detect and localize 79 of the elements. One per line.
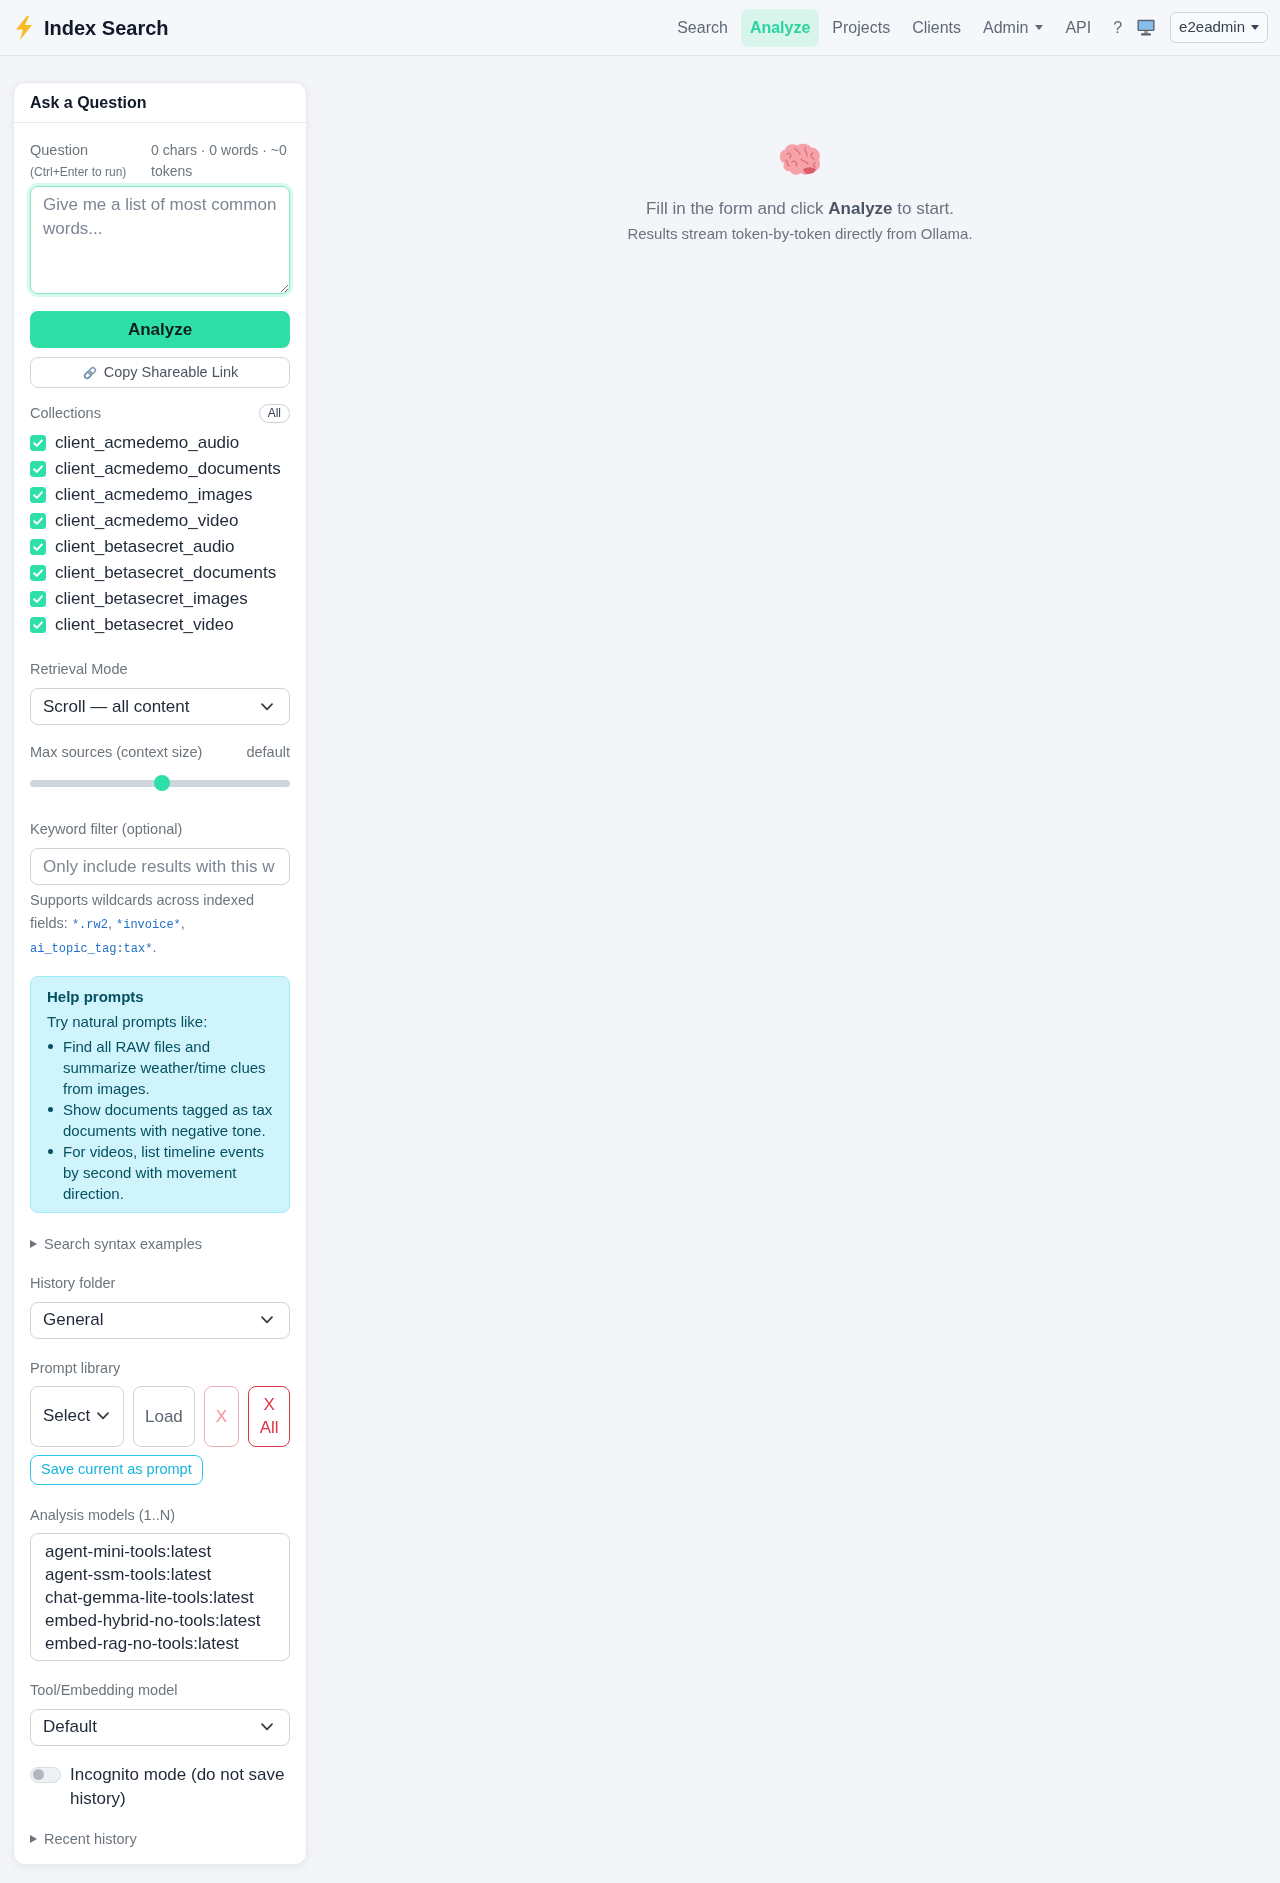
prompt-select[interactable]: Select: [30, 1385, 124, 1447]
field-label: Prompt library: [30, 1358, 122, 1378]
model-option[interactable]: agent-mini-tools:latest: [45, 1539, 275, 1563]
retrieval-mode-select[interactable]: Scroll — all content: [30, 688, 290, 725]
delete-button[interactable]: X All: [248, 1385, 290, 1447]
slider-track[interactable]: [30, 775, 290, 791]
toggle-switch[interactable]: [30, 1766, 61, 1783]
nav-link[interactable]: API: [1056, 8, 1101, 47]
checkbox[interactable]: [30, 461, 46, 477]
load-button[interactable]: Load: [133, 1385, 195, 1447]
history-folder-select[interactable]: General: [30, 1301, 290, 1339]
field-label: Collections: [30, 404, 101, 423]
character-counter: 0 chars · 0 words · ~0 tokens: [151, 141, 288, 181]
field-label: Keyword filter (optional): [30, 820, 184, 839]
copy-link-button[interactable]: Copy Shareable Link: [30, 357, 290, 388]
model-option[interactable]: agent-ssm-tools:latest: [45, 1562, 275, 1586]
brand-name[interactable]: Index Search: [44, 13, 169, 42]
collection-name: client_acmedemo_audio: [55, 432, 240, 454]
analyze-button[interactable]: Analyze: [30, 311, 290, 348]
prompt-example: For videos, list timeline events by second with movement direction.: [63, 1141, 265, 1204]
shortcut-hint: (Ctrl+Enter to run): [30, 164, 127, 181]
slider-thumb[interactable]: [154, 775, 171, 791]
model-option[interactable]: embed-hybrid-no-tools:latest: [45, 1608, 275, 1632]
nav-link[interactable]: Search: [668, 8, 737, 47]
recent-history-toggle[interactable]: Recent history: [30, 1828, 137, 1850]
empty-state-note: Results stream token-by-token directly from Ollama.: [627, 224, 973, 244]
caret-icon: [1035, 25, 1044, 30]
checkbox[interactable]: [30, 487, 46, 503]
select-all-button[interactable]: All: [258, 404, 290, 423]
checkbox[interactable]: [30, 513, 46, 529]
chevron-down-icon: [97, 1412, 109, 1420]
slider-reading: default: [246, 743, 290, 762]
empty-state-message: Fill in the form and click Analyze to start.: [646, 198, 954, 220]
tool-model-select[interactable]: Default: [30, 1708, 290, 1746]
nav-link[interactable]: ?: [1104, 8, 1132, 47]
field-label: Analysis models (1..N): [30, 1505, 177, 1525]
field-label: Max sources (context size): [30, 743, 203, 762]
keyword-input[interactable]: Only include results with this w: [30, 848, 290, 885]
nav-dropdown[interactable]: Admin: [974, 8, 1053, 47]
collection-name: client_betasecret_video: [55, 614, 234, 636]
prompt-example: Show documents tagged as tax documents with negative tone.: [63, 1099, 274, 1141]
nav-link[interactable]: Clients: [903, 8, 971, 47]
checkbox[interactable]: [30, 565, 46, 581]
syntax-examples-toggle[interactable]: Search syntax examples: [30, 1233, 202, 1255]
model-option[interactable]: chat-gemma-lite-tools:latest: [45, 1585, 275, 1609]
help-intro: Try natural prompts like:: [47, 1011, 209, 1032]
collection-name: client_acmedemo_documents: [55, 458, 281, 480]
panel-title: Ask a Question: [30, 92, 147, 113]
collection-name: client_acmedemo_video: [55, 510, 239, 532]
question-textarea[interactable]: Give me a list of most common words...: [30, 186, 290, 294]
collection-name: client_betasecret_images: [55, 588, 248, 610]
help-title: Help prompts: [47, 986, 145, 1007]
field-label: Question: [30, 141, 90, 160]
incognito-label: Incognito mode (do not save history): [70, 1763, 286, 1810]
bullet-icon: [48, 1043, 53, 1049]
checkbox[interactable]: [30, 539, 46, 555]
bullet-icon: [48, 1148, 53, 1154]
chevron-down-icon: [261, 1316, 273, 1324]
model-option[interactable]: embed-rag-no-tools:latest: [45, 1631, 275, 1655]
lightning-icon: [14, 15, 34, 40]
checkbox[interactable]: [30, 435, 46, 451]
caret-icon: [1251, 25, 1259, 30]
field-label: Tool/Embedding model: [30, 1680, 179, 1700]
models-listbox[interactable]: agent-mini-tools:latest agent-ssm-tools:latest chat-gemma-lite-tools:latest embed-hybrid-no-tools:latest embed-rag-no-tools:latest: [30, 1532, 290, 1661]
link-icon: [81, 364, 98, 381]
checkbox[interactable]: [30, 591, 46, 607]
chevron-down-icon: [261, 702, 273, 711]
collection-name: client_betasecret_documents: [55, 562, 277, 584]
nav-link[interactable]: Projects: [823, 8, 900, 47]
collection-name: client_acmedemo_images: [55, 484, 253, 506]
user-menu-button[interactable]: e2eadmin: [1170, 12, 1268, 43]
field-label: History folder: [30, 1273, 117, 1293]
chevron-down-icon: [261, 1723, 273, 1731]
prompt-example: Find all RAW files and summarize weather/time clues from images.: [63, 1036, 267, 1099]
checkbox[interactable]: [30, 617, 46, 633]
collection-name: client_betasecret_audio: [55, 536, 235, 558]
bullet-icon: [48, 1106, 53, 1112]
monitor-icon[interactable]: [1137, 19, 1156, 36]
field-label: Retrieval Mode: [30, 660, 129, 679]
